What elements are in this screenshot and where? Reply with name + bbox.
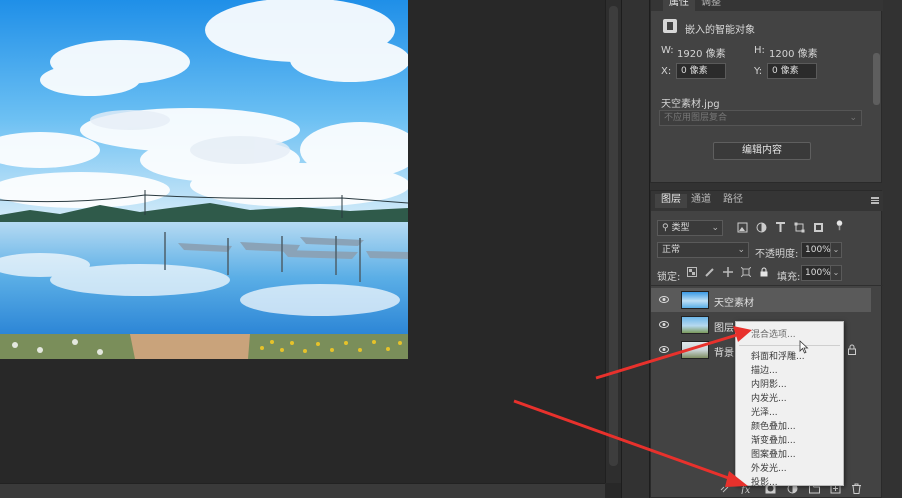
svg-text:fx: fx: [741, 485, 751, 494]
menu-item-blending-options[interactable]: 混合选项...: [751, 327, 796, 340]
properties-panel: 属性 调整 嵌入的智能对象 W: 1920 像素 H: 1200 像素 X: 0…: [650, 0, 883, 183]
edit-contents-button[interactable]: 编辑内容: [713, 142, 811, 160]
link-layers-icon[interactable]: [719, 483, 730, 494]
menu-separator: [739, 345, 840, 346]
opacity-field[interactable]: 100%: [801, 242, 831, 258]
tab-layers[interactable]: 图层: [655, 194, 687, 208]
panel-menu-icon[interactable]: [871, 197, 879, 204]
menu-item-outer-glow[interactable]: 外发光...: [751, 461, 787, 474]
lock-transparent-pixels-icon[interactable]: [687, 267, 697, 277]
layer-comp-select-label: 不应用图层复合: [664, 113, 728, 123]
adjustment-filter-icon[interactable]: [756, 222, 767, 233]
visibility-eye-icon[interactable]: [659, 346, 669, 353]
filter-toggle-icon[interactable]: [834, 220, 845, 231]
linked-filename: 天空素材.jpg: [661, 99, 720, 110]
lock-all-icon[interactable]: [759, 267, 769, 277]
layer-filter-select[interactable]: ⚲ 类型 ⌄: [657, 220, 723, 236]
menu-item-inner-glow[interactable]: 内发光...: [751, 391, 787, 404]
layer-name[interactable]: 背景: [714, 344, 734, 359]
menu-item-color-overlay[interactable]: 颜色叠加...: [751, 419, 796, 432]
lock-icon: [848, 344, 856, 355]
opacity-label: 不透明度:: [755, 249, 799, 260]
blend-mode-select[interactable]: 正常 ⌄: [657, 242, 749, 258]
tab-adjustments[interactable]: 调整: [695, 0, 727, 11]
h-value[interactable]: 1200 像素: [769, 45, 818, 60]
w-label: W:: [661, 45, 674, 56]
menu-item-drop-shadow[interactable]: 投影...: [751, 475, 778, 488]
tab-paths[interactable]: 路径: [717, 194, 749, 208]
y-label: Y:: [754, 66, 763, 77]
layers-divider: [651, 285, 883, 286]
layer-row-sky[interactable]: 天空素材: [651, 288, 871, 312]
smart-object-icon: [663, 19, 677, 33]
mouse-cursor-icon: [799, 340, 809, 354]
lock-image-pixels-icon[interactable]: [705, 267, 715, 277]
lock-position-icon[interactable]: [723, 267, 733, 277]
layer-style-context-menu: 混合选项... 斜面和浮雕... 描边... 内阴影... 内发光... 光泽.…: [735, 321, 844, 488]
document-image[interactable]: [0, 0, 408, 359]
opacity-dropdown-button[interactable]: ⌄: [831, 242, 842, 258]
canvas-horizontal-scrollbar[interactable]: [0, 483, 605, 498]
tab-channels[interactable]: 通道: [685, 194, 717, 208]
lock-label: 锁定:: [657, 272, 681, 283]
chevron-down-icon: ⌄: [711, 223, 719, 233]
h-label: H:: [754, 45, 765, 56]
object-type-label: 嵌入的智能对象: [685, 25, 755, 36]
layer-name[interactable]: 天空素材: [714, 294, 754, 309]
chevron-down-icon: ⌄: [849, 113, 857, 123]
menu-item-pattern-overlay[interactable]: 图案叠加...: [751, 447, 796, 460]
canvas-vertical-scrollbar[interactable]: [605, 0, 621, 483]
tab-properties[interactable]: 属性: [663, 0, 695, 11]
w-value[interactable]: 1920 像素: [677, 45, 726, 60]
fill-dropdown-button[interactable]: ⌄: [831, 265, 842, 281]
layers-tabbar: 图层 通道 路径: [651, 191, 883, 211]
menu-item-satin[interactable]: 光泽...: [751, 405, 778, 418]
pixel-filter-icon[interactable]: [737, 222, 748, 233]
menu-item-inner-shadow[interactable]: 内阴影...: [751, 377, 787, 390]
x-field[interactable]: 0 像素: [676, 63, 726, 79]
y-field[interactable]: 0 像素: [767, 63, 817, 79]
chevron-down-icon: ⌄: [737, 245, 745, 255]
canvas-area[interactable]: [0, 0, 605, 483]
menu-item-gradient-overlay[interactable]: 渐变叠加...: [751, 433, 796, 446]
visibility-eye-icon[interactable]: [659, 321, 669, 328]
fill-label: 填充:: [777, 272, 801, 283]
layer-thumbnail: [681, 316, 709, 334]
lock-artboard-icon[interactable]: [741, 267, 751, 277]
panel-dock-gutter: [621, 0, 650, 498]
fill-field[interactable]: 100%: [801, 265, 831, 281]
layer-thumbnail: [681, 341, 709, 359]
menu-item-bevel-emboss[interactable]: 斜面和浮雕...: [751, 349, 805, 362]
photoshop-window: 属性 调整 嵌入的智能对象 W: 1920 像素 H: 1200 像素 X: 0…: [0, 0, 902, 498]
landscape-image: [0, 0, 408, 359]
layer-comp-select[interactable]: 不应用图层复合 ⌄: [659, 110, 862, 126]
properties-tabbar: 属性 调整: [651, 0, 883, 11]
layer-filter-label: 类型: [671, 223, 690, 233]
delete-layer-icon[interactable]: [851, 483, 862, 494]
smart-object-filter-icon[interactable]: [813, 222, 824, 233]
menu-item-stroke[interactable]: 描边...: [751, 363, 778, 376]
properties-scrollbar[interactable]: [872, 11, 881, 177]
visibility-eye-icon[interactable]: [659, 296, 669, 303]
shape-filter-icon[interactable]: [794, 222, 805, 233]
x-label: X:: [661, 66, 672, 77]
type-filter-icon[interactable]: [775, 222, 786, 233]
layer-thumbnail: [681, 291, 709, 309]
search-icon: ⚲: [662, 223, 669, 233]
blend-mode-label: 正常: [662, 245, 681, 255]
